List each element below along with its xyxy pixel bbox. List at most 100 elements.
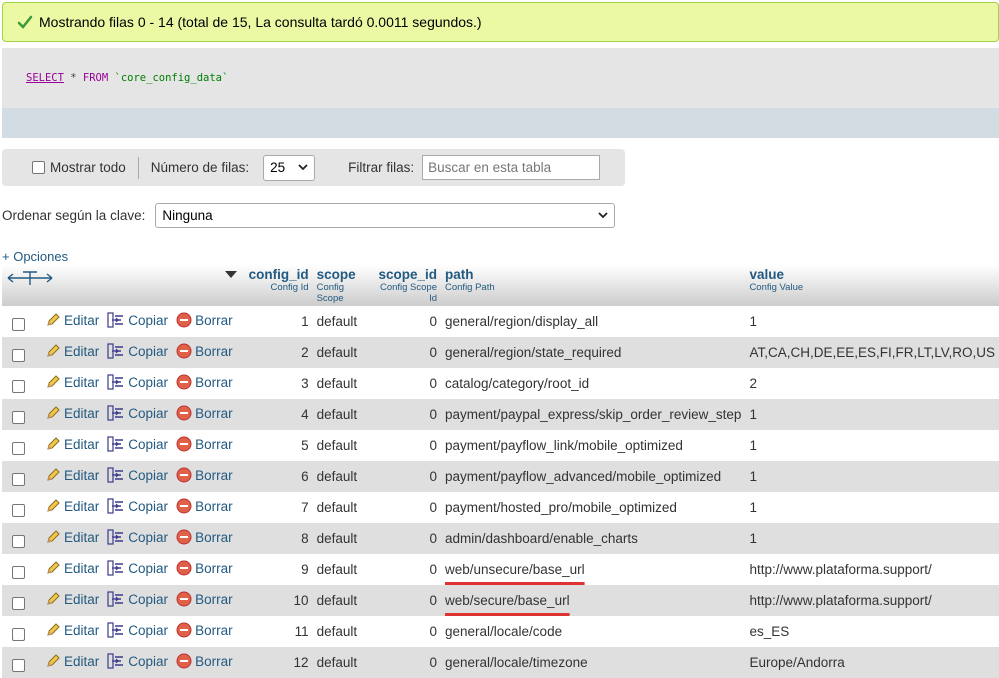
copy-button[interactable]: Copiar (107, 436, 168, 452)
cell-scope[interactable]: default (312, 554, 372, 585)
table-row[interactable]: Editar Copiar Borrar 10 default 0 web/secure/b… (2, 585, 999, 616)
cell-value[interactable]: es_ES (745, 616, 999, 647)
cell-scope[interactable]: default (312, 368, 372, 399)
delete-button[interactable]: Borrar (176, 622, 233, 638)
table-row[interactable]: Editar Copiar Borrar 9 default 0 web/unsecure/… (2, 554, 999, 585)
cell-scope[interactable]: default (312, 492, 372, 523)
rows-per-page-select[interactable]: 25 (263, 154, 316, 181)
show-all-checkbox[interactable] (32, 161, 45, 174)
edit-button[interactable]: Editar (45, 312, 99, 328)
delete-button[interactable]: Borrar (176, 312, 233, 328)
cell-value[interactable]: 1 (745, 492, 999, 523)
copy-button[interactable]: Copiar (107, 653, 168, 669)
copy-button[interactable]: Copiar (107, 498, 168, 514)
sort-key-select[interactable]: Ninguna (155, 203, 616, 228)
cell-scope[interactable]: default (312, 616, 372, 647)
table-row[interactable]: Editar Copiar Borrar 1 default 0 general/regio… (2, 306, 999, 337)
copy-button[interactable]: Copiar (107, 467, 168, 483)
cell-scope[interactable]: default (312, 585, 372, 616)
row-checkbox[interactable] (12, 596, 25, 610)
column-path[interactable]: path Config Path (441, 265, 746, 306)
cell-config-id[interactable]: 12 (244, 647, 313, 678)
table-row[interactable]: Editar Copiar Borrar 11 default 0 general/loca… (2, 616, 999, 647)
copy-button[interactable]: Copiar (107, 591, 168, 607)
cell-config-id[interactable]: 7 (244, 492, 313, 523)
cell-scope[interactable]: default (312, 523, 372, 554)
edit-button[interactable]: Editar (45, 622, 99, 638)
edit-button[interactable]: Editar (45, 343, 99, 359)
cell-config-id[interactable]: 8 (244, 523, 313, 554)
row-checkbox[interactable] (12, 565, 25, 579)
row-checkbox[interactable] (12, 503, 25, 517)
copy-button[interactable]: Copiar (107, 560, 168, 576)
cell-scope-id[interactable]: 0 (371, 647, 441, 678)
cell-scope[interactable]: default (312, 461, 372, 492)
table-row[interactable]: Editar Copiar Borrar 12 default 0 general/loca… (2, 647, 999, 678)
show-all-label[interactable]: Mostrar todo (50, 160, 126, 175)
cell-config-id[interactable]: 2 (244, 337, 313, 368)
row-checkbox[interactable] (12, 441, 25, 455)
sort-dropdown-icon[interactable] (224, 271, 237, 279)
edit-button[interactable]: Editar (45, 591, 99, 607)
cell-config-id[interactable]: 9 (244, 554, 313, 585)
filter-rows-input[interactable]: Buscar en esta tabla (422, 155, 601, 180)
edit-button[interactable]: Editar (45, 529, 99, 545)
cell-scope-id[interactable]: 0 (371, 368, 441, 399)
cell-value[interactable]: Europe/Andorra (745, 647, 999, 678)
edit-button[interactable]: Editar (45, 498, 99, 514)
cell-scope-id[interactable]: 0 (371, 585, 441, 616)
sql-query-box[interactable]: SELECT * FROM `core_config_data` (2, 48, 999, 108)
cell-value[interactable]: 1 (745, 430, 999, 461)
cell-scope[interactable]: default (312, 399, 372, 430)
row-checkbox[interactable] (12, 348, 25, 362)
cell-scope[interactable]: default (312, 306, 372, 337)
row-checkbox[interactable] (12, 534, 25, 548)
column-scope-id[interactable]: scope_id Config Scope Id (371, 265, 441, 306)
table-row[interactable]: Editar Copiar Borrar 5 default 0 payment/payfl… (2, 430, 999, 461)
delete-button[interactable]: Borrar (176, 529, 233, 545)
cell-path[interactable]: payment/payflow_link/mobile_optimized (441, 430, 746, 461)
cell-config-id[interactable]: 5 (244, 430, 313, 461)
edit-button[interactable]: Editar (45, 436, 99, 452)
row-checkbox[interactable] (12, 317, 25, 331)
cell-scope-id[interactable]: 0 (371, 523, 441, 554)
delete-button[interactable]: Borrar (176, 467, 233, 483)
cell-scope[interactable]: default (312, 430, 372, 461)
cell-scope[interactable]: default (312, 337, 372, 368)
edit-button[interactable]: Editar (45, 653, 99, 669)
cell-path[interactable]: general/locale/code (441, 616, 746, 647)
cell-value[interactable]: 2 (745, 368, 999, 399)
copy-button[interactable]: Copiar (107, 374, 168, 390)
cell-value[interactable]: AT,CA,CH,DE,EE,ES,FI,FR,LT,LV,RO,US (745, 337, 999, 368)
row-checkbox[interactable] (12, 379, 25, 393)
cell-config-id[interactable]: 3 (244, 368, 313, 399)
cell-scope-id[interactable]: 0 (371, 430, 441, 461)
options-link[interactable]: + Opciones (2, 249, 68, 264)
cell-path[interactable]: web/secure/base_url (441, 585, 746, 616)
copy-button[interactable]: Copiar (107, 343, 168, 359)
cell-config-id[interactable]: 11 (244, 616, 313, 647)
cell-config-id[interactable]: 4 (244, 399, 313, 430)
cell-scope-id[interactable]: 0 (371, 616, 441, 647)
cell-scope-id[interactable]: 0 (371, 306, 441, 337)
cell-path[interactable]: general/region/state_required (441, 337, 746, 368)
expand-arrows-icon[interactable] (6, 269, 54, 287)
cell-value[interactable]: 1 (745, 461, 999, 492)
cell-path[interactable]: payment/hosted_pro/mobile_optimized (441, 492, 746, 523)
cell-config-id[interactable]: 1 (244, 306, 313, 337)
table-row[interactable]: Editar Copiar Borrar 2 default 0 general/regio… (2, 337, 999, 368)
cell-scope-id[interactable]: 0 (371, 554, 441, 585)
column-value[interactable]: value Config Value (745, 265, 999, 306)
cell-path[interactable]: general/region/display_all (441, 306, 746, 337)
copy-button[interactable]: Copiar (107, 312, 168, 328)
copy-button[interactable]: Copiar (107, 405, 168, 421)
delete-button[interactable]: Borrar (176, 653, 233, 669)
delete-button[interactable]: Borrar (176, 405, 233, 421)
cell-scope-id[interactable]: 0 (371, 399, 441, 430)
cell-path[interactable]: admin/dashboard/enable_charts (441, 523, 746, 554)
cell-config-id[interactable]: 10 (244, 585, 313, 616)
column-scope[interactable]: scope Config Scope (312, 265, 372, 306)
cell-value[interactable]: http://www.plataforma.support/ (745, 554, 999, 585)
cell-value[interactable]: http://www.plataforma.support/ (745, 585, 999, 616)
edit-button[interactable]: Editar (45, 560, 99, 576)
